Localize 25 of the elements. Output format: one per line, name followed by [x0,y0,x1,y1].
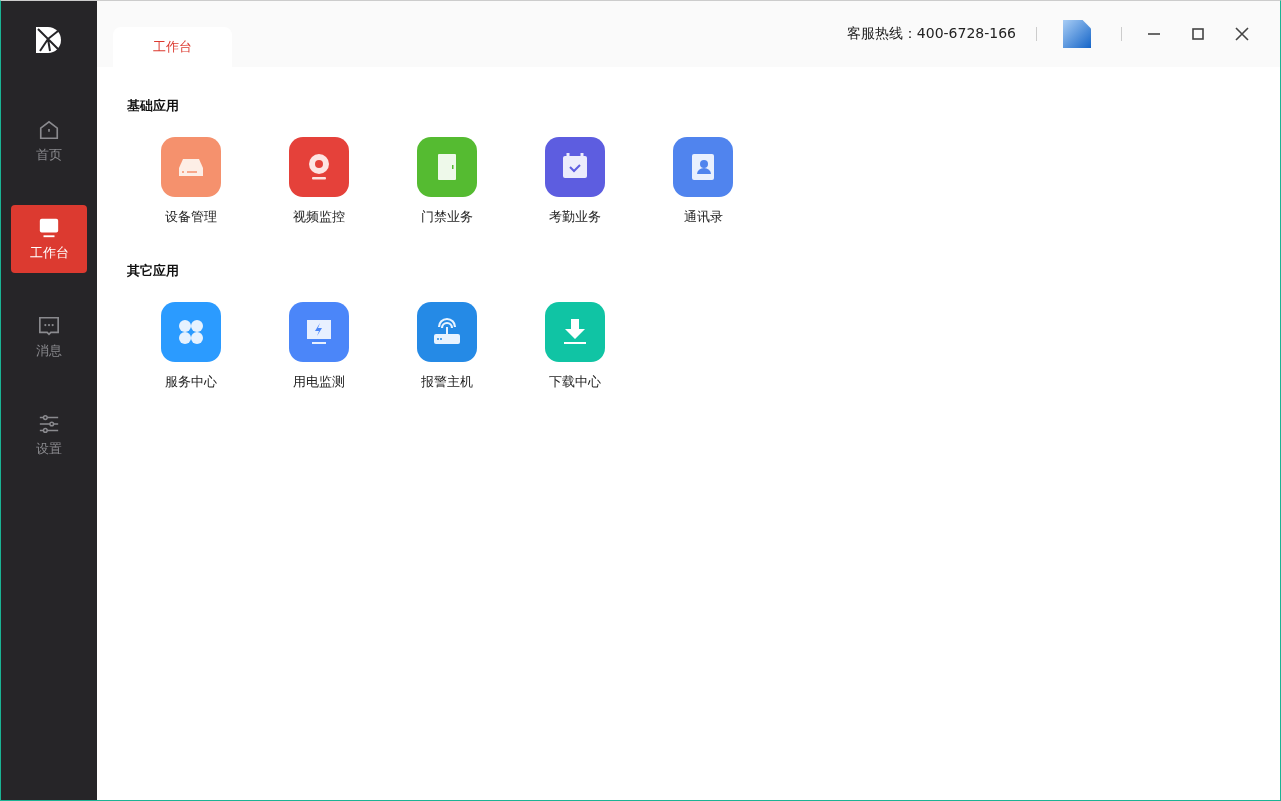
home-icon [38,118,60,141]
section-title: 其它应用 [127,262,180,280]
sidebar-item[interactable]: 首页 [11,107,87,175]
app-tile[interactable]: 考勤业务 [511,137,639,226]
app-tile[interactable]: 用电监测 [255,302,383,391]
close-icon [1235,27,1249,41]
avatar[interactable] [1063,20,1091,48]
hotline-text: 客服热线：400-6728-166 [846,25,1016,43]
settings-icon [38,412,60,435]
sidebar-item[interactable]: 设置 [11,401,87,469]
app-tile[interactable]: 报警主机 [383,302,511,391]
section-title: 基础应用 [127,97,180,115]
monitor-icon [38,216,60,239]
tab[interactable]: 工作台 [113,27,232,67]
app-tile[interactable]: 门禁业务 [383,137,511,226]
app-tile[interactable]: 服务中心 [127,302,255,391]
app-tile[interactable]: 通讯录 [639,137,767,226]
app-tile[interactable]: 视频监控 [255,137,383,226]
app-tile[interactable]: 下载中心 [511,302,639,391]
maximize-icon [1191,27,1205,41]
sidebar-item[interactable]: 工作台 [11,205,87,273]
app-tile[interactable]: 设备管理 [127,137,255,226]
sidebar-item[interactable]: 消息 [11,303,87,371]
chat-icon [38,314,60,337]
logo-icon [34,25,64,55]
